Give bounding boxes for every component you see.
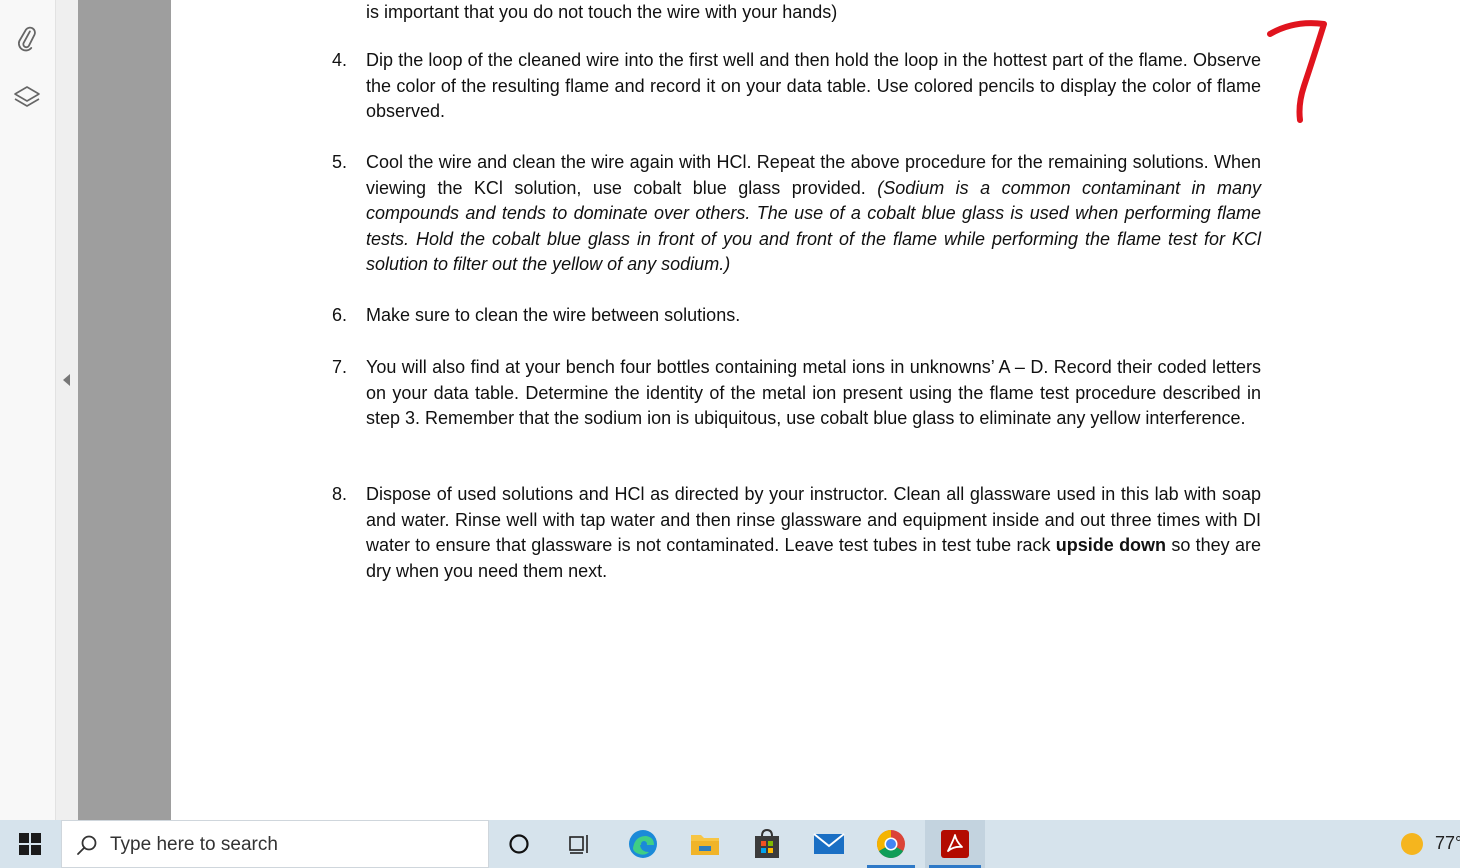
paperclip-icon	[18, 26, 36, 52]
document-page: is important that you do not touch the w…	[171, 0, 1460, 820]
step-text: Cool the wire and clean the wire again w…	[366, 152, 1261, 274]
cortana-circle-icon	[509, 834, 529, 854]
acrobat-icon	[941, 830, 969, 858]
folder-icon	[691, 835, 719, 855]
left-tool-rail	[0, 0, 56, 820]
file-explorer-button[interactable]	[677, 820, 733, 868]
windows-logo-icon	[19, 833, 41, 855]
sun-icon[interactable]	[1401, 833, 1423, 855]
step-number: 8.	[332, 484, 348, 504]
cortana-button[interactable]	[491, 820, 547, 868]
layers-icon	[14, 86, 40, 107]
collapse-left-icon[interactable]	[63, 374, 70, 386]
task-view-button[interactable]	[552, 820, 608, 868]
search-placeholder: Type here to search	[110, 834, 278, 855]
chrome-icon	[877, 830, 905, 858]
edge-button[interactable]	[615, 820, 671, 868]
step-number: 5.	[332, 152, 348, 172]
step-text: Make sure to clean the wire between solu…	[366, 305, 741, 325]
step-number: 6.	[332, 305, 348, 325]
search-icon	[77, 835, 97, 855]
task-view-icon	[569, 835, 588, 854]
step-number: 4.	[332, 50, 348, 70]
edge-icon	[629, 830, 657, 858]
start-button[interactable]	[0, 820, 60, 868]
acrobat-button[interactable]	[925, 820, 985, 868]
attachments-button[interactable]	[11, 22, 43, 54]
step-text: You will also find at your bench four bo…	[366, 357, 1261, 428]
taskbar: Type here to search 77°	[0, 820, 1460, 868]
weather-temperature[interactable]: 77°	[1435, 833, 1460, 854]
handwritten-page-number: 7	[1267, 20, 1327, 123]
step-number: 7.	[332, 357, 348, 377]
store-bag-icon	[755, 828, 779, 858]
layers-button[interactable]	[11, 82, 43, 114]
step-text: Dispose of used solutions and HCl as dir…	[366, 484, 1261, 581]
taskbar-search-box[interactable]: Type here to search	[61, 820, 489, 868]
mail-icon	[813, 833, 845, 854]
mail-button[interactable]	[801, 820, 857, 868]
store-button[interactable]	[739, 820, 795, 868]
panel-collapse-strip	[56, 0, 78, 820]
document-gutter	[78, 0, 171, 820]
step-text: Dip the loop of the cleaned wire into th…	[366, 50, 1261, 121]
continued-text: is important that you do not touch the w…	[366, 2, 838, 22]
chrome-button[interactable]	[863, 820, 919, 868]
